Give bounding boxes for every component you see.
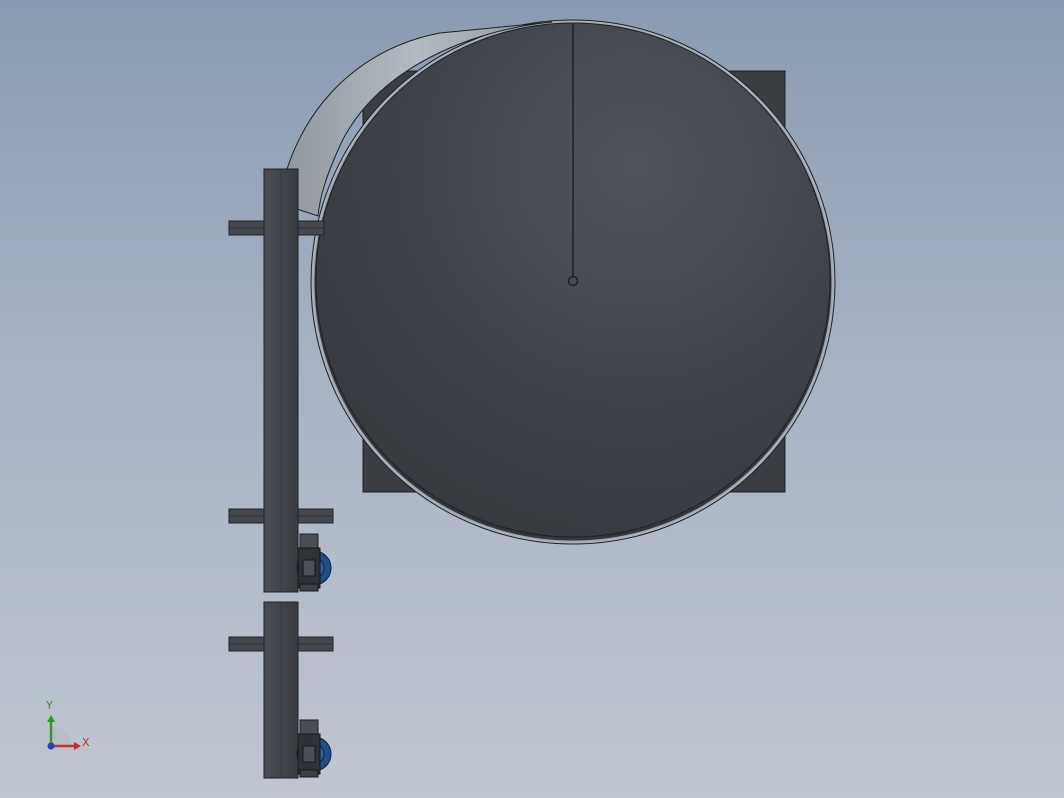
lower-gear-motor[interactable]	[296, 719, 332, 778]
reference-triad[interactable]	[47, 715, 81, 750]
upper-gear-motor[interactable]	[296, 533, 332, 592]
triad-x-label: X	[82, 736, 90, 749]
triad-shaded-quadrant	[51, 726, 71, 746]
cad-graphics-viewport[interactable]: Y X	[0, 0, 1064, 798]
cad-model-scene[interactable]	[0, 0, 1064, 798]
upper-post-assembly[interactable]	[228, 168, 334, 593]
disc-drum[interactable]	[310, 19, 836, 545]
triad-y-label: Y	[46, 699, 53, 712]
triad-z-axis-dot	[47, 742, 55, 750]
